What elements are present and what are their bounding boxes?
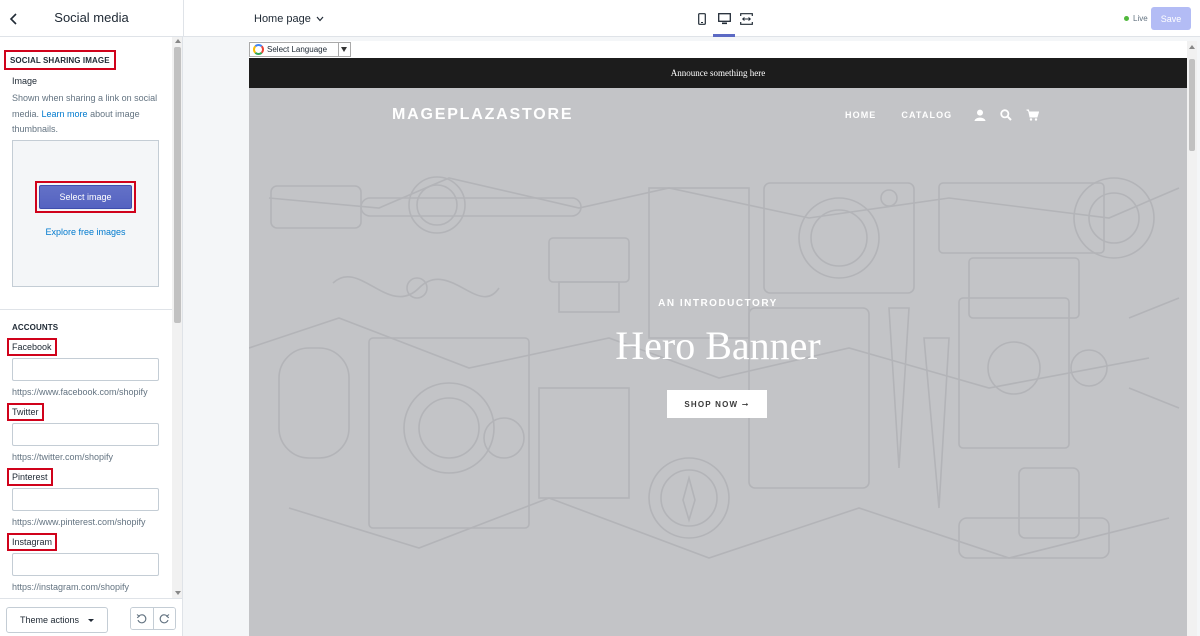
google-icon <box>253 44 264 55</box>
instagram-label: Instagram <box>7 533 58 551</box>
live-status: Live <box>1124 0 1148 37</box>
select-image-button[interactable]: Select image <box>39 185 132 209</box>
cart-icon[interactable] <box>1026 109 1040 121</box>
select-divider <box>338 43 339 56</box>
mobile-icon <box>698 12 706 25</box>
redo-icon <box>159 614 170 624</box>
announcement-bar[interactable]: Announce something here <box>249 58 1187 88</box>
theme-actions-label: Theme actions <box>19 615 80 625</box>
hero-title: Hero Banner <box>615 323 821 368</box>
pinterest-hint: https://www.pinterest.com/shopify <box>12 517 146 527</box>
page-selector[interactable]: Home page <box>254 0 324 37</box>
fullscreen-icon <box>739 12 753 25</box>
select-image-highlight: Select image <box>35 181 136 213</box>
undo-icon <box>136 614 147 624</box>
hero-banner: MAGEPLAZASTORE HOME CATALOG AN INTRODUCT… <box>249 88 1187 636</box>
instagram-hint: https://instagram.com/shopify <box>12 582 130 592</box>
twitter-label: Twitter <box>7 403 44 421</box>
instagram-input[interactable] <box>12 553 159 576</box>
nav-home[interactable]: HOME <box>845 110 876 120</box>
live-dot-icon <box>1124 16 1129 21</box>
scroll-up-icon[interactable] <box>1189 45 1195 49</box>
page-selector-label: Home page <box>254 12 311 25</box>
google-translate-bar: Select Language <box>249 41 1197 58</box>
back-button[interactable] <box>0 0 28 37</box>
shop-now-button[interactable]: SHOP NOW ➞ <box>667 390 767 418</box>
language-select[interactable]: Select Language <box>249 42 351 57</box>
pinterest-input[interactable] <box>12 488 159 511</box>
desktop-icon <box>717 12 731 24</box>
explore-free-images-link[interactable]: Explore free images <box>13 227 158 237</box>
scrollbar-thumb[interactable] <box>174 47 181 323</box>
nav-catalog[interactable]: CATALOG <box>901 110 952 120</box>
social-image-heading: SOCIAL SHARING IMAGE <box>4 50 116 70</box>
device-mobile-button[interactable] <box>694 0 710 37</box>
preview-area: Select Language Announce something here <box>184 37 1200 636</box>
device-desktop-button[interactable] <box>713 0 735 37</box>
nav-icons <box>974 109 1040 121</box>
store-logo[interactable]: MAGEPLAZASTORE <box>392 106 573 124</box>
sidebar: SOCIAL SHARING IMAGE Image Shown when sh… <box>0 37 183 598</box>
scroll-down-icon[interactable] <box>175 591 181 595</box>
hero-intro: AN INTRODUCTORY <box>658 298 778 309</box>
theme-actions-button[interactable]: Theme actions <box>6 607 108 633</box>
chevron-down-icon <box>316 16 324 21</box>
user-icon[interactable] <box>974 109 986 121</box>
top-bar: Social media Home page Live Save <box>0 0 1200 37</box>
save-button[interactable]: Save <box>1151 7 1191 30</box>
image-label: Image <box>12 76 38 86</box>
section-divider <box>0 309 172 310</box>
preview-scrollbar[interactable] <box>1187 41 1197 636</box>
redo-button[interactable] <box>152 608 175 629</box>
store-preview-frame: Select Language Announce something here <box>249 41 1197 636</box>
divider <box>183 0 184 37</box>
chevron-left-icon <box>9 12 17 25</box>
sidebar-scrollbar[interactable] <box>172 37 182 598</box>
twitter-hint: https://twitter.com/shopify <box>12 452 114 462</box>
scrollbar-thumb[interactable] <box>1189 59 1195 151</box>
learn-more-link[interactable]: Learn more <box>42 109 88 119</box>
caret-down-icon <box>88 618 95 622</box>
device-toggle <box>694 0 754 37</box>
dropdown-arrow-icon <box>341 47 347 52</box>
image-picker: Select image Explore free images <box>12 140 159 287</box>
scroll-up-icon[interactable] <box>175 39 181 43</box>
store-nav: HOME CATALOG <box>845 109 1040 121</box>
facebook-label: Facebook <box>7 338 57 356</box>
search-icon[interactable] <box>1000 109 1012 121</box>
bottom-bar: Theme actions <box>0 598 183 636</box>
device-fullscreen-button[interactable] <box>738 0 754 37</box>
announcement-text: Announce something here <box>670 68 766 78</box>
facebook-input[interactable] <box>12 358 159 381</box>
pinterest-label: Pinterest <box>7 468 53 486</box>
undo-redo-group <box>130 607 176 630</box>
language-select-label: Select Language <box>267 45 328 54</box>
image-help-text: Shown when sharing a link on social medi… <box>12 91 164 138</box>
twitter-input[interactable] <box>12 423 159 446</box>
undo-button[interactable] <box>131 608 153 629</box>
accounts-heading: ACCOUNTS <box>12 323 59 332</box>
facebook-hint: https://www.facebook.com/shopify <box>12 387 148 397</box>
live-label: Live <box>1133 14 1148 23</box>
